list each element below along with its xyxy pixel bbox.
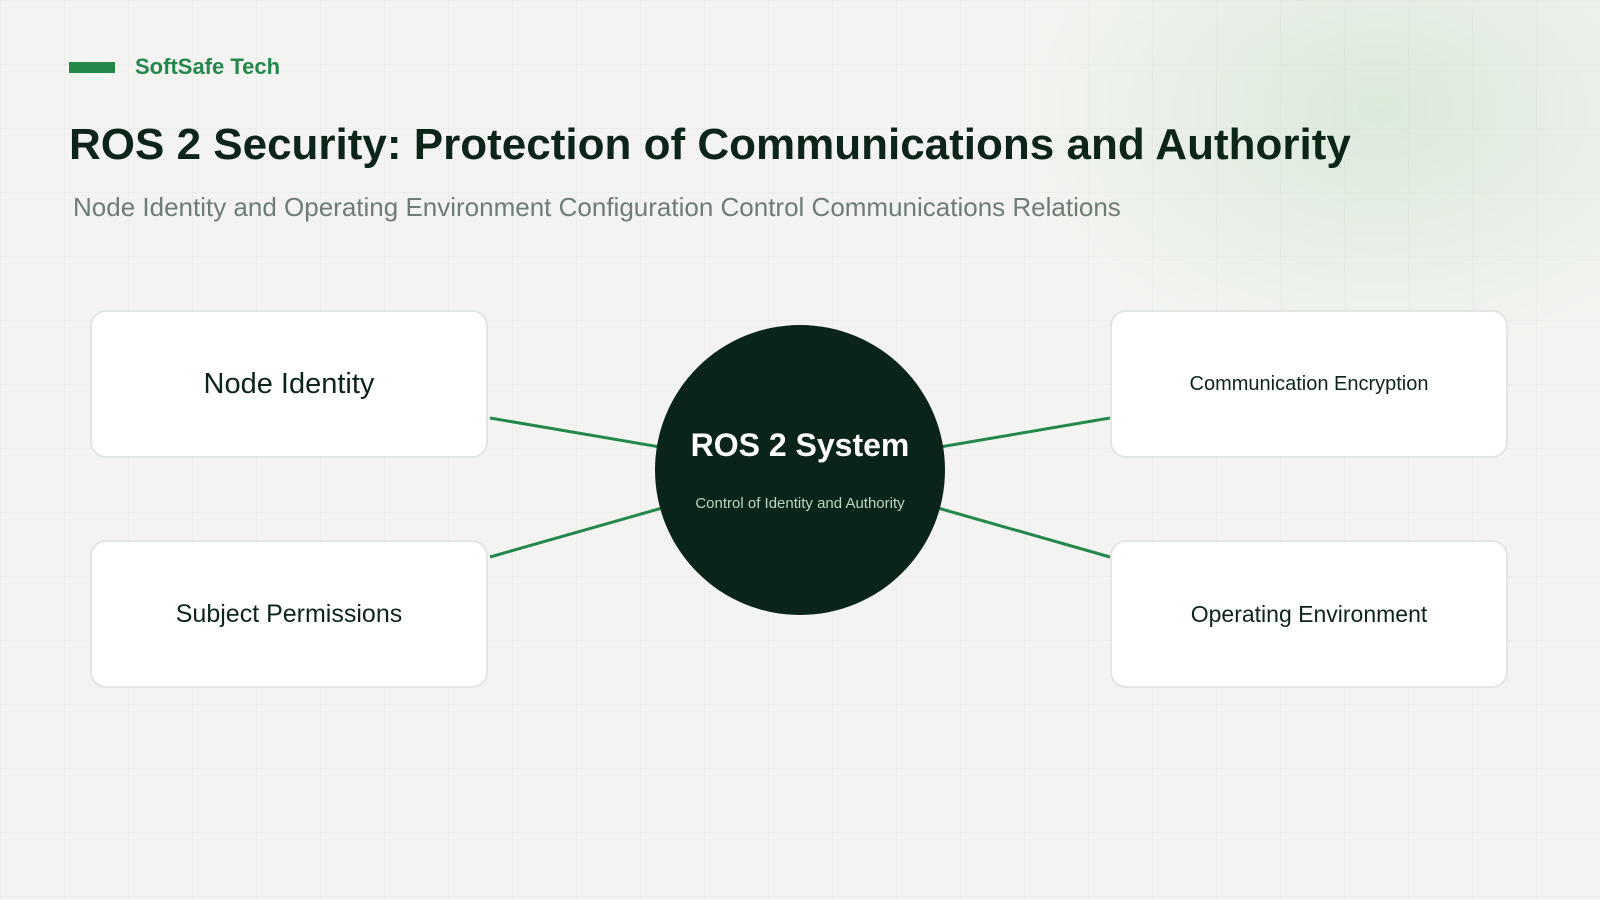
subject-permissions-card: Subject Permissions <box>90 540 488 688</box>
connector-communication-encryption <box>939 416 1111 449</box>
hub-subtitle: Control of Identity and Authority <box>695 495 905 512</box>
connector-operating-environment <box>937 506 1111 559</box>
connector-subject-permissions <box>489 506 663 559</box>
subject-permissions-label: Subject Permissions <box>175 599 403 628</box>
communication-encryption-card: Communication Encryption <box>1110 310 1508 458</box>
hub-title: ROS 2 System <box>690 427 910 463</box>
connector-node-identity <box>489 416 661 449</box>
operating-environment-card: Operating Environment <box>1110 540 1508 688</box>
operating-environment-label: Operating Environment <box>1190 600 1428 627</box>
communication-encryption-label: Communication Encryption <box>1189 372 1429 395</box>
node-identity-card: Node Identity <box>90 310 488 458</box>
node-identity-label: Node Identity <box>203 367 375 400</box>
ros2-system-hub: ROS 2 System Control of Identity and Aut… <box>655 325 945 615</box>
